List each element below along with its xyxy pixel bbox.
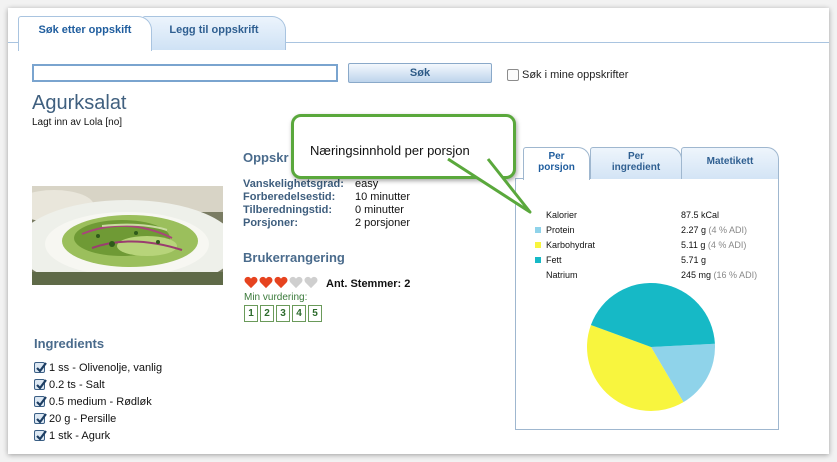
my-rating-options: 1 2 3 4 5	[244, 305, 322, 322]
ingredient-checkbox[interactable]	[34, 379, 47, 390]
search-button[interactable]: Søk	[348, 63, 492, 83]
rating-option-1[interactable]: 1	[244, 305, 258, 322]
info-label: Vanskelighetsgrad:	[243, 178, 344, 190]
heart-empty-icon	[304, 276, 318, 289]
tab-per-ingredient-line2: ingredient	[611, 162, 661, 173]
rating-option-4[interactable]: 4	[292, 305, 306, 322]
ingredient-label: 1 stk - Agurk	[49, 429, 111, 442]
checkmark-icon	[36, 430, 47, 441]
tab-search-recipes[interactable]: Søk etter oppskift	[18, 16, 152, 51]
nutrient-adi: (4 % ADI)	[707, 239, 747, 250]
ingredient-item: 1 stk - Agurk	[34, 427, 162, 444]
recipe-title: Agurksalat	[32, 92, 127, 114]
my-rating-label: Min vurdering:	[244, 292, 308, 303]
nutrition-row: Kalorier 87.5 kCal	[535, 207, 757, 222]
rating-heading: Brukerrangering	[243, 250, 345, 265]
checkmark-icon	[36, 413, 47, 424]
callout-text: Næringsinnhold per porsjon	[310, 143, 470, 158]
info-label: Forberedelsestid:	[243, 191, 336, 203]
legend-swatch	[535, 256, 541, 263]
legend-swatch	[535, 226, 541, 233]
nutrient-name: Protein	[546, 224, 575, 235]
nutrient-name: Fett	[546, 254, 562, 265]
nutrient-name: Natrium	[546, 269, 578, 280]
checkmark-icon	[36, 379, 47, 390]
tab-per-ingredient-line1: Per	[627, 151, 645, 162]
callout-pointer	[447, 158, 532, 214]
nutrient-name: Karbohydrat	[546, 239, 596, 250]
rating-option-5[interactable]: 5	[308, 305, 322, 322]
info-label: Porsjoner:	[243, 217, 299, 229]
search-mine-label: Søk i mine oppskrifter	[522, 69, 629, 81]
info-value: 0 minutter	[355, 204, 404, 216]
nutrition-row: Fett 5.71 g	[535, 252, 757, 267]
nutrition-pie-chart	[587, 283, 715, 411]
info-row-prep-time: Forberedelsestid: 10 minutter	[243, 191, 410, 204]
ingredient-label: 0.2 ts - Salt	[49, 378, 105, 391]
ingredient-checkbox[interactable]	[34, 413, 47, 424]
ingredient-label: 1 ss - Olivenolje, vanlig	[49, 361, 163, 374]
ingredient-label: 0.5 medium - Rødløk	[49, 395, 152, 408]
info-value: 2 porsjoner	[355, 217, 411, 229]
info-row-difficulty: Vanskelighetsgrad: easy	[243, 178, 410, 191]
nutrient-adi: (16 % ADI)	[713, 269, 758, 280]
ingredient-checkbox[interactable]	[34, 430, 47, 441]
nutrient-name: Kalorier	[546, 209, 578, 220]
rating-hearts	[244, 276, 318, 289]
ingredient-checkbox[interactable]	[34, 362, 47, 373]
rating-option-3[interactable]: 3	[276, 305, 290, 322]
ingredients-heading: Ingredients	[34, 336, 105, 351]
tab-add-recipe[interactable]: Legg til oppskrift	[142, 16, 286, 50]
nutrition-row: Karbohydrat 5.11 g (4 % ADI)	[535, 237, 757, 252]
nutrient-value: 5.71 g	[681, 254, 707, 265]
info-row-cook-time: Tilberedningstid: 0 minutter	[243, 204, 410, 217]
tab-search-label: Søk etter oppskift	[38, 24, 132, 36]
nutrient-value: 87.5 kCal	[681, 209, 720, 220]
recipe-info-heading: Oppskr	[243, 150, 289, 165]
ingredient-checkbox[interactable]	[34, 396, 47, 407]
nutrient-adi: (4 % ADI)	[708, 224, 748, 235]
info-row-servings: Porsjoner: 2 porsjoner	[243, 217, 410, 230]
ingredient-label: 20 g - Persille	[49, 412, 117, 425]
info-value: 10 minutter	[355, 191, 411, 203]
vote-count: Ant. Stemmer: 2	[326, 278, 411, 290]
rating-option-2[interactable]: 2	[260, 305, 274, 322]
nutrition-row: Natrium 245 mg (16 % ADI)	[535, 267, 757, 282]
recipe-photo	[32, 186, 223, 285]
heart-empty-icon	[289, 276, 303, 289]
nutrient-value: 5.11 g	[681, 239, 706, 250]
checkmark-icon	[36, 362, 47, 373]
ingredient-item: 20 g - Persille	[34, 410, 162, 427]
ingredient-item: 0.2 ts - Salt	[34, 376, 162, 393]
ingredient-item: 1 ss - Olivenolje, vanlig	[34, 359, 162, 376]
ingredients-list: 1 ss - Olivenolje, vanlig 0.2 ts - Salt …	[34, 359, 162, 444]
heart-filled-icon	[244, 276, 258, 289]
recipe-author: Lagt inn av Lola [no]	[32, 117, 123, 128]
search-input[interactable]	[32, 64, 338, 82]
heart-filled-icon	[259, 276, 273, 289]
nutrition-table: Kalorier 87.5 kCal Protein 2.27 g (4 % ADI)…	[535, 207, 757, 282]
nutrient-value: 2.27 g	[681, 224, 707, 235]
nutrient-value: 245 mg	[681, 269, 712, 280]
legend-swatch	[535, 241, 541, 248]
tab-add-label: Legg til oppskrift	[169, 24, 259, 36]
nutrition-row: Protein 2.27 g (4 % ADI)	[535, 222, 757, 237]
legend-swatch	[535, 272, 541, 278]
recipe-info-table: Vanskelighetsgrad: easy Forberedelsestid:…	[243, 178, 410, 230]
search-mine-checkbox[interactable]	[507, 69, 519, 81]
tab-food-label[interactable]: Matetikett	[681, 147, 779, 179]
tab-per-ingredient[interactable]: Per ingredient	[590, 147, 682, 179]
app-window: Søk etter oppskift Legg til oppskrift Sø…	[8, 8, 829, 454]
ingredient-item: 0.5 medium - Rødløk	[34, 393, 162, 410]
info-value: easy	[355, 178, 379, 190]
heart-filled-icon	[274, 276, 288, 289]
info-label: Tilberedningstid:	[243, 204, 333, 216]
tab-food-label-text: Matetikett	[706, 156, 754, 167]
checkmark-icon	[36, 396, 47, 407]
